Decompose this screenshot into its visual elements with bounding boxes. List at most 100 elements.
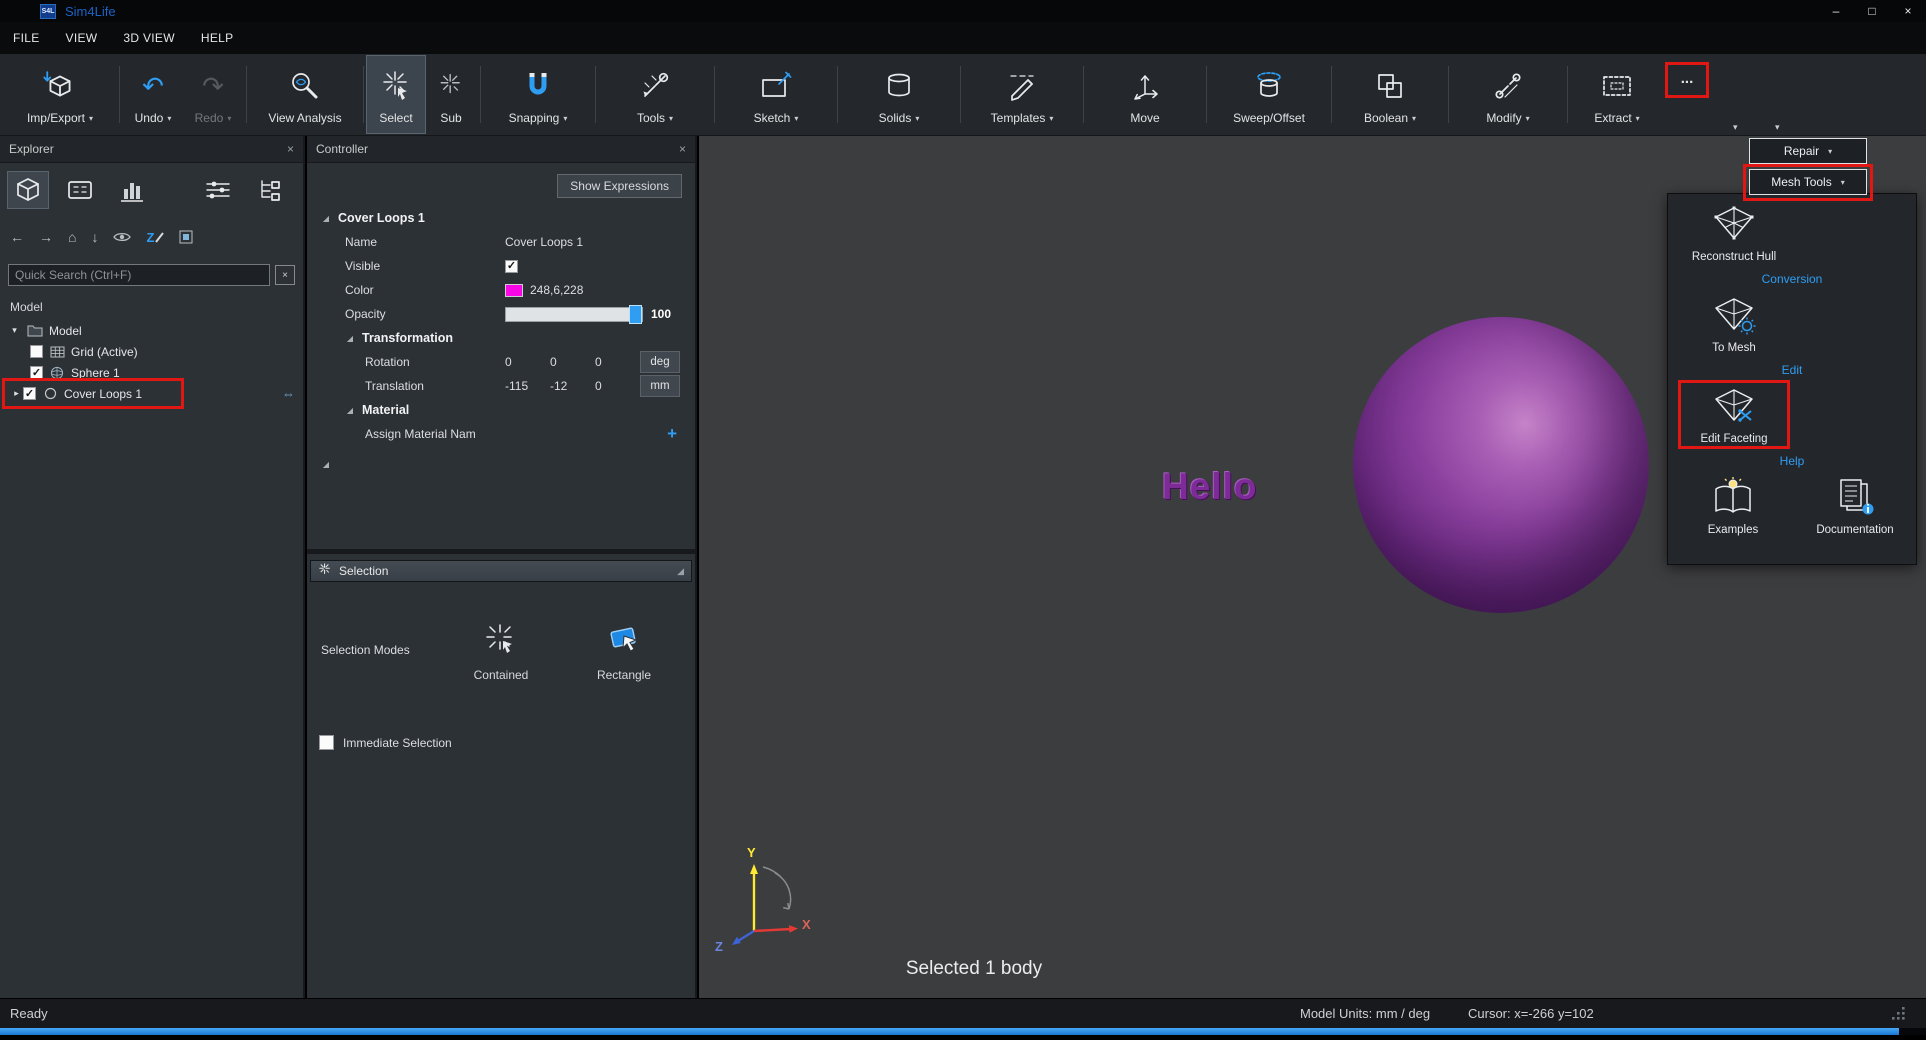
group-triangle-icon[interactable]: ◢ xyxy=(319,460,333,469)
contained-mode-button[interactable]: Contained xyxy=(453,622,549,682)
hello-3d-text[interactable]: Hello xyxy=(1162,466,1257,508)
close-icon[interactable]: × xyxy=(287,142,294,156)
immediate-selection-option[interactable]: Immediate Selection xyxy=(319,735,452,750)
rectangle-mode-button[interactable]: Rectangle xyxy=(576,622,672,682)
rotation-z[interactable]: 0 xyxy=(595,355,640,369)
chevron-down-icon[interactable]: ▾ xyxy=(1412,114,1416,123)
tree-row-grid[interactable]: Grid (Active) xyxy=(0,341,303,362)
mesh-tools-dropdown-button[interactable]: Mesh Tools ▾ xyxy=(1749,169,1867,195)
group-cover-loops[interactable]: ◢ Cover Loops 1 xyxy=(307,206,695,230)
selection-section-header[interactable]: Selection ◢ xyxy=(310,560,692,582)
panel-splitter[interactable] xyxy=(307,549,695,554)
toolbar-sweep-offset[interactable]: Sweep/Offset xyxy=(1210,56,1328,133)
menu-help[interactable]: HELP xyxy=(188,22,247,54)
back-icon[interactable]: ← xyxy=(10,229,24,245)
chevron-down-icon[interactable]: ▾ xyxy=(794,114,798,123)
chevron-down-icon[interactable]: ▾ xyxy=(1775,122,1780,133)
rotation-unit[interactable]: deg xyxy=(640,351,680,373)
model-view-button[interactable] xyxy=(8,172,48,208)
close-button[interactable]: × xyxy=(1890,0,1926,22)
toolbar-tools[interactable]: Tools▾ xyxy=(599,56,711,133)
toolbar-move[interactable]: Move xyxy=(1087,56,1203,133)
toolbar-redo[interactable]: ↷ Redo▾ xyxy=(183,56,243,133)
chevron-down-icon[interactable]: ▾ xyxy=(167,114,171,123)
documentation-item[interactable]: Documentation xyxy=(1794,477,1916,536)
chevron-down-icon[interactable]: ▾ xyxy=(1636,114,1640,123)
toolbar-undo[interactable]: ↶ Undo▾ xyxy=(123,56,183,133)
maximize-button[interactable]: □ xyxy=(1854,0,1890,22)
visible-checkbox[interactable]: ✓ xyxy=(505,260,518,273)
analysis-view-button[interactable] xyxy=(112,172,152,208)
visibility-checkbox[interactable]: ✓ xyxy=(23,387,36,400)
toolbar-solids[interactable]: Solids▾ xyxy=(841,56,957,133)
prop-row-collapsed-group[interactable]: ◢ xyxy=(307,452,695,476)
group-transformation[interactable]: ◢ Transformation xyxy=(307,326,695,350)
menu-file[interactable]: FILE xyxy=(0,22,53,54)
name-value[interactable]: Cover Loops 1 xyxy=(505,235,583,249)
down-icon[interactable]: ↓ xyxy=(91,229,98,245)
tree-row-sphere[interactable]: ✓ Sphere 1 xyxy=(0,362,303,383)
menu-3d-view[interactable]: 3D VIEW xyxy=(110,22,187,54)
reconstruct-hull-item[interactable]: Reconstruct Hull xyxy=(1672,204,1796,263)
translation-unit[interactable]: mm xyxy=(640,375,680,397)
corner-expand-icon[interactable]: ◢ xyxy=(677,566,684,577)
checkbox-filter-icon[interactable] xyxy=(179,230,193,244)
expander-icon[interactable]: ▸ xyxy=(10,388,23,399)
translation-x[interactable]: -115 xyxy=(505,379,550,393)
eye-icon[interactable] xyxy=(113,230,131,244)
toolbar-sketch[interactable]: Sketch▾ xyxy=(718,56,834,133)
repair-dropdown-button[interactable]: Repair ▾ xyxy=(1749,138,1867,164)
chevron-down-icon[interactable]: ▾ xyxy=(89,114,93,123)
rotation-y[interactable]: 0 xyxy=(550,355,595,369)
toolbar-overflow[interactable]: ... xyxy=(1663,56,1711,133)
chevron-down-icon[interactable]: ▾ xyxy=(563,114,567,123)
forward-icon[interactable]: → xyxy=(39,229,53,245)
clear-search-button[interactable]: × xyxy=(275,265,295,285)
goto-arrow-icon[interactable]: ⇔ xyxy=(282,386,295,401)
home-icon[interactable]: ⌂ xyxy=(68,229,76,245)
to-mesh-item[interactable]: To Mesh xyxy=(1672,295,1796,354)
chevron-down-icon[interactable]: ▾ xyxy=(915,114,919,123)
minimize-button[interactable]: – xyxy=(1818,0,1854,22)
viewport-3d[interactable]: Hello Selected 1 body Y X Z Repair ▾ xyxy=(699,136,1926,998)
expander-icon[interactable]: ▾ xyxy=(8,325,21,336)
toolbar-sub[interactable]: Sub xyxy=(425,56,477,133)
immediate-selection-checkbox[interactable] xyxy=(319,735,334,750)
close-icon[interactable]: × xyxy=(679,142,686,156)
rotation-x[interactable]: 0 xyxy=(505,355,550,369)
translation-z[interactable]: 0 xyxy=(595,379,640,393)
toolbar-modify[interactable]: Modify▾ xyxy=(1452,56,1564,133)
color-value[interactable]: 248,6,228 xyxy=(530,283,583,297)
opacity-slider[interactable] xyxy=(505,307,643,322)
group-material[interactable]: ◢ Material xyxy=(307,398,695,422)
rename-z-icon[interactable]: Z xyxy=(146,230,164,245)
search-input[interactable] xyxy=(8,264,270,286)
tree-row-cover-loops[interactable]: ▸ ✓ Cover Loops 1 ⇔ xyxy=(0,383,303,404)
toolbar-boolean[interactable]: Boolean▾ xyxy=(1335,56,1445,133)
simulation-view-button[interactable] xyxy=(60,172,100,208)
menu-view[interactable]: VIEW xyxy=(53,22,111,54)
slider-handle[interactable] xyxy=(629,305,642,324)
sphere-model[interactable] xyxy=(1353,317,1649,613)
toolbar-view-analysis[interactable]: View Analysis xyxy=(250,56,360,133)
tree-view-button[interactable] xyxy=(250,172,290,208)
toolbar-templates[interactable]: Templates▾ xyxy=(964,56,1080,133)
visibility-checkbox[interactable]: ✓ xyxy=(30,366,43,379)
chevron-down-icon[interactable]: ▾ xyxy=(1526,114,1530,123)
chevron-down-icon[interactable]: ▾ xyxy=(1733,122,1738,133)
translation-y[interactable]: -12 xyxy=(550,379,595,393)
toolbar-imp-export[interactable]: Imp/Export▾ xyxy=(4,56,116,133)
visibility-checkbox[interactable] xyxy=(30,345,43,358)
list-options-button[interactable] xyxy=(198,172,238,208)
toolbar-extract[interactable]: Extract▾ xyxy=(1571,56,1663,133)
examples-item[interactable]: Examples xyxy=(1672,477,1794,536)
group-triangle-icon[interactable]: ◢ xyxy=(343,406,357,415)
color-swatch[interactable] xyxy=(505,284,523,297)
chevron-down-icon[interactable]: ▾ xyxy=(669,114,673,123)
toolbar-snapping[interactable]: Snapping▾ xyxy=(484,56,592,133)
show-expressions-button[interactable]: Show Expressions xyxy=(557,174,682,198)
group-triangle-icon[interactable]: ◢ xyxy=(319,214,333,223)
toolbar-select[interactable]: Select xyxy=(367,56,425,133)
edit-faceting-item[interactable]: Edit Faceting xyxy=(1672,386,1796,445)
chevron-down-icon[interactable]: ▾ xyxy=(1049,114,1053,123)
